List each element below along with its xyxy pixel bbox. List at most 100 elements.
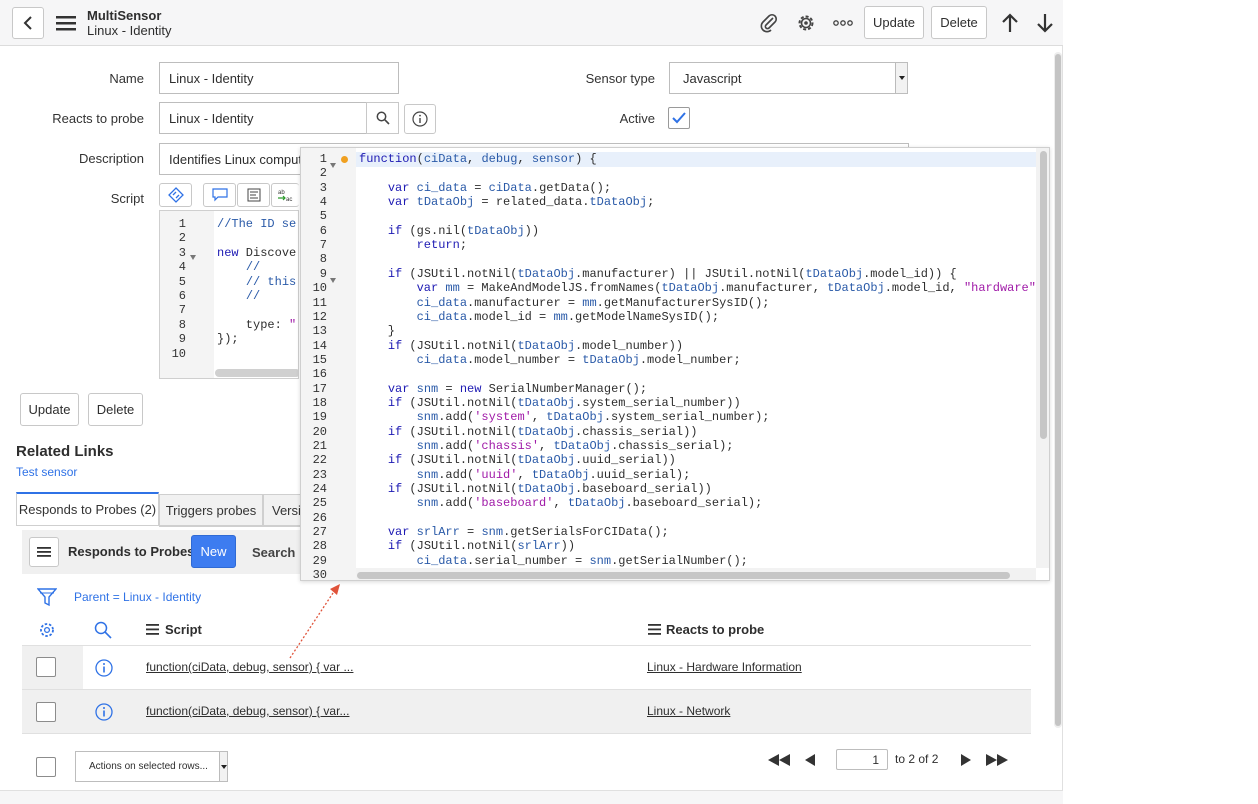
line-number: 19 xyxy=(312,410,327,425)
code-line: return; xyxy=(416,238,468,253)
script-replace-button[interactable]: ab ac xyxy=(271,183,299,207)
arrow-up-icon[interactable] xyxy=(999,11,1021,35)
new-button[interactable]: New xyxy=(191,535,236,568)
row-checkbox[interactable] xyxy=(36,657,56,677)
filter-icon[interactable] xyxy=(36,586,58,608)
sensor-type-select[interactable]: Javascript xyxy=(669,62,908,94)
code-line: // xyxy=(245,289,261,303)
header-delete-button[interactable]: Delete xyxy=(931,6,987,39)
test-sensor-link[interactable]: Test sensor xyxy=(16,465,77,479)
code-line: var mm = MakeAndModelJS.fromNames(tDataO… xyxy=(416,281,1036,296)
reference-info-button[interactable] xyxy=(404,104,436,134)
first-page-icon[interactable] xyxy=(766,750,792,770)
script-comment-button[interactable] xyxy=(203,183,236,207)
column-header-reacts[interactable]: Reacts to probe xyxy=(648,622,764,637)
line-number: 30 xyxy=(312,568,327,581)
page-range-text: to 2 of 2 xyxy=(895,752,939,766)
form-update-button[interactable]: Update xyxy=(20,393,79,426)
row-checkbox[interactable] xyxy=(36,702,56,722)
info-icon[interactable] xyxy=(93,657,115,679)
hamburger-menu-icon xyxy=(37,547,51,557)
next-page-icon[interactable] xyxy=(958,750,974,770)
chevron-left-icon xyxy=(23,16,32,30)
code-line: if (JSUtil.notNil(tDataObj.chassis_seria… xyxy=(387,424,698,439)
form-scrollbar-thumb[interactable] xyxy=(1055,54,1061,726)
code-line: type: " xyxy=(217,317,297,332)
script-link[interactable]: function(ciData, debug, sensor) { var... xyxy=(146,704,349,718)
tab-triggers-probes[interactable]: Triggers probes xyxy=(159,494,263,527)
code-line: snm.add('baseboard', tDataObj.baseboard_… xyxy=(416,496,763,511)
tab-versions[interactable]: Versi xyxy=(263,494,303,527)
code-line: ci_data.model_id = mm.getModelNameSysID(… xyxy=(416,309,720,324)
code-line: if (JSUtil.notNil(tDataObj.manufacturer)… xyxy=(387,266,957,281)
list-menu-button[interactable] xyxy=(29,537,59,567)
line-number: 23 xyxy=(312,467,327,482)
form-frame: MultiSensor Linux - Identity Update Dele… xyxy=(0,0,1063,804)
line-number: 7 xyxy=(319,238,327,253)
popup-hscroll-thumb[interactable] xyxy=(357,572,1010,579)
replace-icon: abac xyxy=(277,190,292,203)
form-delete-button[interactable]: Delete xyxy=(88,393,143,426)
line-number: 16 xyxy=(312,367,327,382)
line-number: 9 xyxy=(178,332,186,347)
script-toggle-syntax-button[interactable] xyxy=(159,183,192,207)
syntax-toggle-icon xyxy=(167,187,184,203)
back-button[interactable] xyxy=(12,7,44,39)
list-title: Responds to Probes xyxy=(68,544,195,559)
script-format-button[interactable] xyxy=(237,183,270,207)
warning-dot-icon[interactable] xyxy=(341,156,348,163)
line-number: 2 xyxy=(319,166,327,181)
script-link[interactable]: function(ciData, debug, sensor) { var ..… xyxy=(146,660,353,674)
script-label: Script xyxy=(110,191,144,206)
list-settings-icon[interactable] xyxy=(36,619,58,641)
column-header-script-label: Script xyxy=(165,622,202,637)
script-editor-popup[interactable]: 1 function(ciData, debug, sensor) {2 3 var… xyxy=(300,147,1050,581)
arrow-down-icon[interactable] xyxy=(1034,11,1056,35)
lookup-button[interactable] xyxy=(366,102,399,134)
code-line: ci_data.model_number = tDataObj.model_nu… xyxy=(416,352,741,367)
line-number: 26 xyxy=(312,510,327,525)
code-line: if (JSUtil.notNil(tDataObj.model_number)… xyxy=(387,338,684,353)
gear-icon[interactable] xyxy=(795,12,817,34)
inline-editor-hscrollbar[interactable] xyxy=(215,369,298,377)
code-line: if (JSUtil.notNil(tDataObj.system_serial… xyxy=(387,395,741,410)
info-icon[interactable] xyxy=(93,701,115,723)
header-update-button[interactable]: Update xyxy=(864,6,924,39)
popup-vscroll-thumb[interactable] xyxy=(1040,151,1047,439)
tab-label: Responds to Probes (2) xyxy=(18,502,157,517)
tab-responds-to-probes[interactable]: Responds to Probes (2) xyxy=(16,492,159,525)
reacts-link[interactable]: Linux - Hardware Information xyxy=(647,660,802,674)
code-line: var tDataObj = related_data.tDataObj; xyxy=(387,195,655,210)
list-search-icon[interactable] xyxy=(92,619,114,641)
more-options-icon[interactable] xyxy=(832,12,854,34)
last-page-icon[interactable] xyxy=(984,750,1010,770)
info-icon xyxy=(412,111,428,127)
line-number: 5 xyxy=(178,274,186,289)
actions-select[interactable]: Actions on selected rows... xyxy=(75,751,228,782)
line-number: 24 xyxy=(312,482,327,497)
name-field[interactable]: Linux - Identity xyxy=(159,62,399,94)
fold-marker-icon[interactable] xyxy=(190,250,196,264)
code-line: } xyxy=(359,324,396,339)
line-number: 1 xyxy=(178,217,186,231)
line-number: 4 xyxy=(178,260,186,275)
code-line: snm.add('system', tDataObj.system_serial… xyxy=(416,410,770,425)
line-number: 15 xyxy=(312,352,327,367)
column-header-script[interactable]: Script xyxy=(146,622,202,637)
page-number-input[interactable]: 1 xyxy=(836,749,888,770)
filter-breadcrumb[interactable]: Parent = Linux - Identity xyxy=(74,590,201,604)
reacts-to-probe-field[interactable]: Linux - Identity xyxy=(159,102,367,134)
line-number: 3 xyxy=(319,180,327,195)
hamburger-menu-icon[interactable] xyxy=(55,12,77,34)
fold-marker-icon[interactable] xyxy=(330,271,336,286)
active-checkbox[interactable] xyxy=(668,107,690,129)
previous-page-icon[interactable] xyxy=(802,750,818,770)
reacts-link[interactable]: Linux - Network xyxy=(647,704,730,718)
script-editor-inline[interactable]: 1//The ID se 2 3 new Discove 4 //5 // this 6 … xyxy=(159,210,299,379)
paperclip-icon[interactable] xyxy=(758,12,780,34)
code-line: snm.add('chassis', tDataObj.chassis_seri… xyxy=(416,439,734,453)
select-all-checkbox[interactable] xyxy=(36,757,56,777)
line-number: 1 xyxy=(319,152,327,166)
search-label[interactable]: Search xyxy=(252,545,295,560)
fold-marker-icon[interactable] xyxy=(330,156,336,171)
